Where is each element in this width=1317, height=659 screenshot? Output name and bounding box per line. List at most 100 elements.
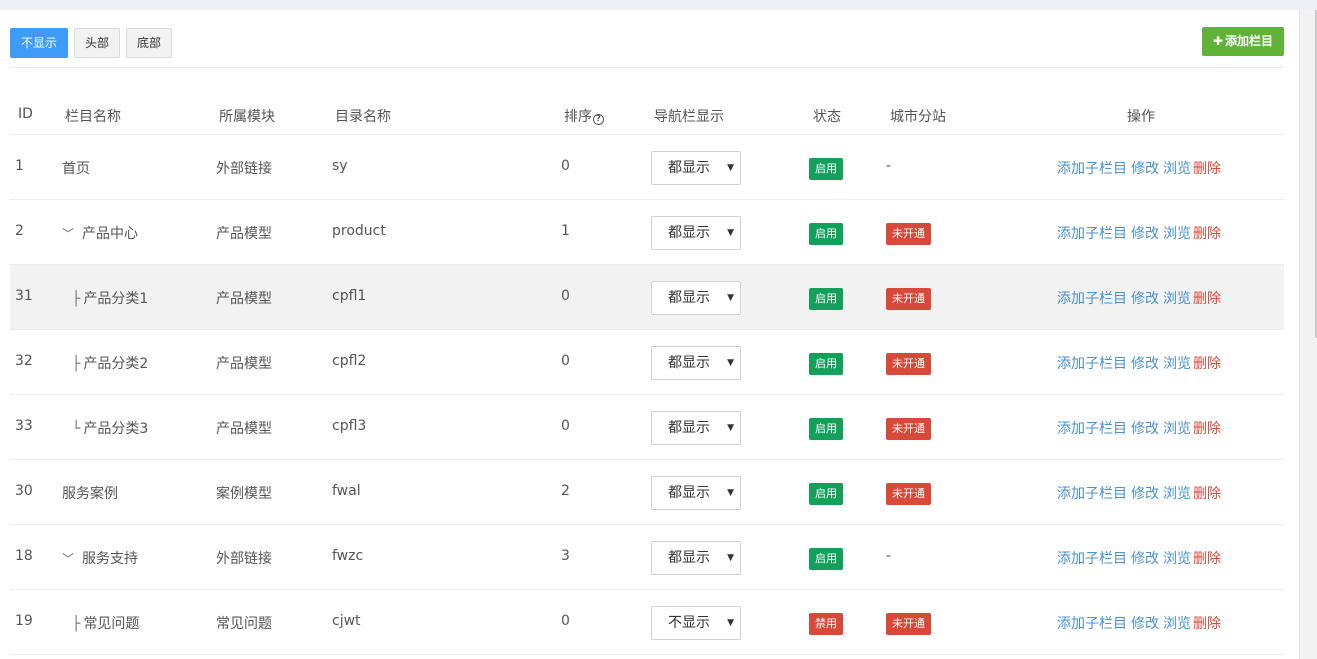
row-dir: product <box>332 223 386 239</box>
edit-link[interactable]: 修改 <box>1131 616 1159 632</box>
view-link[interactable]: 浏览 <box>1163 161 1191 177</box>
header-city: 城市分站 <box>890 109 946 125</box>
row-actions: 添加子栏目 修改 浏览 删除 <box>1057 613 1221 633</box>
chevron-down-icon[interactable]: ﹀ <box>62 225 76 242</box>
delete-link[interactable]: 删除 <box>1193 421 1221 437</box>
column-name: 服务支持 <box>82 551 138 567</box>
status-badge[interactable]: 启用 <box>809 158 843 180</box>
edit-link[interactable]: 修改 <box>1131 551 1159 567</box>
row-id: 32 <box>15 353 33 369</box>
edit-link[interactable]: 修改 <box>1131 291 1159 307</box>
caret-down-icon: ▼ <box>727 358 734 368</box>
edit-link[interactable]: 修改 <box>1131 161 1159 177</box>
nav-display-select[interactable]: 都显示 ▼ <box>651 281 741 315</box>
header-name: 栏目名称 <box>65 109 121 125</box>
table-row: 32 ├ 产品分类2 产品模型 cpfl2 0 都显示 ▼ 启用 未开通 添加子栏目 修改 浏览 删除 <box>10 330 1284 395</box>
row-id: 18 <box>15 548 33 564</box>
add-child-link[interactable]: 添加子栏目 <box>1057 226 1127 242</box>
add-child-link[interactable]: 添加子栏目 <box>1057 291 1127 307</box>
column-name: 常见问题 <box>83 616 140 632</box>
column-name: 产品分类2 <box>83 356 149 372</box>
status-badge[interactable]: 启用 <box>809 418 843 440</box>
row-name: ﹀ 产品中心 <box>62 223 138 243</box>
city-value: - <box>886 548 892 564</box>
column-name: 首页 <box>62 161 90 177</box>
row-dir: sy <box>332 158 348 174</box>
add-child-link[interactable]: 添加子栏目 <box>1057 421 1127 437</box>
row-module: 产品模型 <box>216 356 272 372</box>
add-child-link[interactable]: 添加子栏目 <box>1057 616 1127 632</box>
filter-hidden-button[interactable]: 不显示 <box>10 28 69 58</box>
add-child-link[interactable]: 添加子栏目 <box>1057 551 1127 567</box>
filter-header-button[interactable]: 头部 <box>74 28 121 58</box>
caret-down-icon: ▼ <box>727 423 734 433</box>
view-link[interactable]: 浏览 <box>1163 551 1191 567</box>
nav-display-select[interactable]: 都显示 ▼ <box>651 541 741 575</box>
row-actions: 添加子栏目 修改 浏览 删除 <box>1057 353 1221 373</box>
caret-down-icon: ▼ <box>727 228 734 238</box>
row-module: 常见问题 <box>216 616 272 632</box>
view-link[interactable]: 浏览 <box>1163 356 1191 372</box>
status-badge[interactable]: 启用 <box>809 483 843 505</box>
table-row: 18 ﹀ 服务支持 外部链接 fwzc 3 都显示 ▼ 启用 - 添加子栏目 修改 浏览 删除 <box>10 525 1284 590</box>
help-icon[interactable]: ? <box>593 114 604 125</box>
edit-link[interactable]: 修改 <box>1131 486 1159 502</box>
row-dir: cpfl3 <box>332 418 367 434</box>
nav-display-value: 都显示 <box>668 550 710 566</box>
status-badge[interactable]: 启用 <box>809 353 843 375</box>
nav-position-filter: 不显示 头部 底部 <box>10 28 173 59</box>
city-badge: 未开通 <box>886 483 931 505</box>
row-actions: 添加子栏目 修改 浏览 删除 <box>1057 223 1221 243</box>
row-name: ├ 常见问题 <box>62 613 139 633</box>
add-child-link[interactable]: 添加子栏目 <box>1057 161 1127 177</box>
add-child-link[interactable]: 添加子栏目 <box>1057 486 1127 502</box>
nav-display-value: 都显示 <box>668 355 710 371</box>
filter-footer-button[interactable]: 底部 <box>126 28 173 58</box>
caret-down-icon: ▼ <box>727 618 734 628</box>
row-actions: 添加子栏目 修改 浏览 删除 <box>1057 548 1221 568</box>
nav-display-select[interactable]: 不显示 ▼ <box>651 606 741 640</box>
status-badge[interactable]: 启用 <box>809 548 843 570</box>
view-link[interactable]: 浏览 <box>1163 486 1191 502</box>
row-module: 产品模型 <box>216 226 272 242</box>
row-actions: 添加子栏目 修改 浏览 删除 <box>1057 158 1221 178</box>
status-badge[interactable]: 禁用 <box>809 613 843 635</box>
edit-link[interactable]: 修改 <box>1131 421 1159 437</box>
view-link[interactable]: 浏览 <box>1163 616 1191 632</box>
tree-branch-icon: ├ <box>72 616 81 632</box>
delete-link[interactable]: 删除 <box>1193 226 1221 242</box>
table-row: 33 └ 产品分类3 产品模型 cpfl3 0 都显示 ▼ 启用 未开通 添加子栏目 修改 浏览 删除 <box>10 395 1284 460</box>
nav-display-select[interactable]: 都显示 ▼ <box>651 151 741 185</box>
view-link[interactable]: 浏览 <box>1163 226 1191 242</box>
edit-link[interactable]: 修改 <box>1131 226 1159 242</box>
add-column-button[interactable]: ✚ 添加栏目 <box>1202 27 1284 56</box>
delete-link[interactable]: 删除 <box>1193 551 1221 567</box>
status-badge[interactable]: 启用 <box>809 288 843 310</box>
delete-link[interactable]: 删除 <box>1193 291 1221 307</box>
delete-link[interactable]: 删除 <box>1193 161 1221 177</box>
row-sort: 2 <box>561 483 570 499</box>
delete-link[interactable]: 删除 <box>1193 616 1221 632</box>
row-sort: 0 <box>561 613 570 629</box>
nav-display-select[interactable]: 都显示 ▼ <box>651 476 741 510</box>
chevron-down-icon[interactable]: ﹀ <box>62 550 76 567</box>
row-dir: cpfl2 <box>332 353 367 369</box>
edit-link[interactable]: 修改 <box>1131 356 1159 372</box>
row-id: 31 <box>15 288 33 304</box>
view-link[interactable]: 浏览 <box>1163 421 1191 437</box>
nav-display-select[interactable]: 都显示 ▼ <box>651 346 741 380</box>
caret-down-icon: ▼ <box>727 163 734 173</box>
delete-link[interactable]: 删除 <box>1193 486 1221 502</box>
add-child-link[interactable]: 添加子栏目 <box>1057 356 1127 372</box>
status-badge[interactable]: 启用 <box>809 223 843 245</box>
table-row: 31 ├ 产品分类1 产品模型 cpfl1 0 都显示 ▼ 启用 未开通 添加子栏目 修改 浏览 删除 <box>10 265 1284 330</box>
header-sort: 排序? <box>564 106 604 126</box>
delete-link[interactable]: 删除 <box>1193 356 1221 372</box>
row-id: 1 <box>15 158 24 174</box>
header-module: 所属模块 <box>219 109 275 125</box>
nav-display-select[interactable]: 都显示 ▼ <box>651 411 741 445</box>
nav-display-select[interactable]: 都显示 ▼ <box>651 216 741 250</box>
row-dir: cjwt <box>332 613 361 629</box>
view-link[interactable]: 浏览 <box>1163 291 1191 307</box>
city-badge: 未开通 <box>886 353 931 375</box>
